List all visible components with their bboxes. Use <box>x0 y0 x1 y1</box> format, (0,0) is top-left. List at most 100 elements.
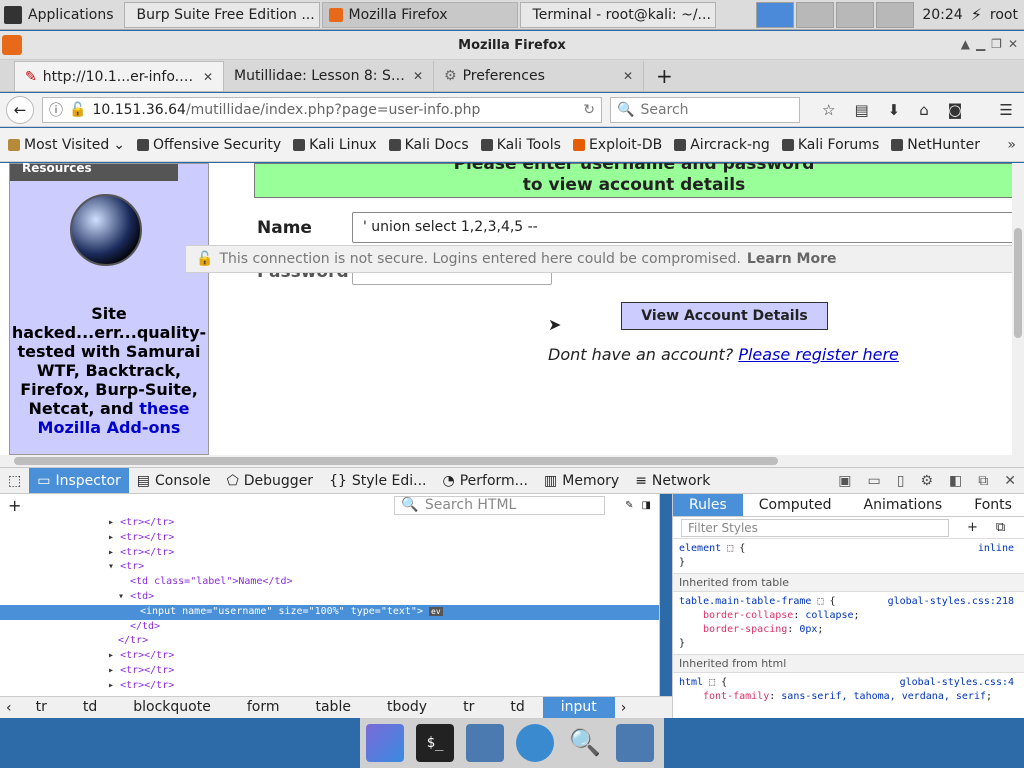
collapsed-triangle-icon[interactable]: ▸ <box>108 650 114 661</box>
markup-node[interactable]: </td> <box>0 620 659 635</box>
applications-menu[interactable]: Applications <box>0 0 122 30</box>
separate-window-icon[interactable]: ⧉ <box>978 473 988 489</box>
tab-style-editor[interactable]: {} Style Edi... <box>321 468 434 493</box>
rule-html[interactable]: html ⬚ { global-styles.css:4 font-family… <box>673 673 1024 707</box>
dock-side-icon[interactable]: ◧ <box>949 473 962 489</box>
bookmark-kali-docs[interactable]: Kali Docs <box>388 137 469 153</box>
breadcrumb-item[interactable]: tr <box>445 697 492 718</box>
breadcrumb-item[interactable]: td <box>65 697 115 718</box>
collapsed-triangle-icon[interactable]: ▸ <box>108 665 114 676</box>
tab-animations[interactable]: Animations <box>848 494 959 516</box>
markup-node[interactable]: <td class="label">Name</td> <box>0 575 659 590</box>
close-tab-icon[interactable]: ✕ <box>623 69 633 83</box>
dock-layout-icon[interactable]: ▣ <box>838 473 851 489</box>
close-window-icon[interactable]: ✕ <box>1008 37 1018 51</box>
window-up-icon[interactable]: ▲ <box>961 37 970 51</box>
search-box[interactable]: 🔍 Search <box>610 96 800 123</box>
selected-markup-node[interactable]: <input name="username" size="100%" type=… <box>0 604 659 620</box>
info-icon[interactable]: ⓘ <box>49 100 63 120</box>
new-tab-button[interactable]: + <box>644 61 685 91</box>
breadcrumb-item[interactable]: tr <box>18 697 65 718</box>
learn-more-link[interactable]: Learn More <box>747 251 837 267</box>
files-folder-icon[interactable] <box>616 724 654 762</box>
prop-value[interactable]: 0px <box>799 624 817 635</box>
desktop-icon[interactable] <box>366 724 404 762</box>
markup-node[interactable]: </tr> <box>0 634 659 649</box>
rule-toggle-icon[interactable]: ⬚ <box>817 596 823 607</box>
prop-value[interactable]: collapse <box>805 610 853 621</box>
toggle-sidebar-icon[interactable]: ◨ <box>642 500 651 511</box>
scrollbar-thumb[interactable] <box>1014 228 1022 338</box>
app-finder-icon[interactable]: 🔍 <box>566 724 604 762</box>
home-icon[interactable]: ⌂ <box>919 101 929 119</box>
prop-name[interactable]: border-collapse <box>679 610 793 621</box>
bookmark-aircrack[interactable]: Aircrack-ng <box>674 137 770 153</box>
rule-source[interactable]: global-styles.css:4 <box>900 676 1014 690</box>
web-browser-icon[interactable] <box>516 724 554 762</box>
bookmark-kali-linux[interactable]: Kali Linux <box>293 137 377 153</box>
maximize-icon[interactable]: ❐ <box>991 37 1002 51</box>
crumbs-right-arrow-icon[interactable]: › <box>615 700 633 716</box>
pocket-icon[interactable]: ◙ <box>948 101 963 119</box>
collapsed-triangle-icon[interactable]: ▸ <box>108 517 114 528</box>
tab-debugger[interactable]: ⬠ Debugger <box>219 468 321 493</box>
workspace-2[interactable] <box>796 1 835 28</box>
download-icon[interactable]: ⬇ <box>888 101 901 119</box>
hamburger-menu-icon[interactable]: ☰ <box>999 101 1012 119</box>
markup-node[interactable]: ▾ <td> <box>0 590 659 605</box>
close-devtools-icon[interactable]: ✕ <box>1004 473 1016 489</box>
expanded-triangle-icon[interactable]: ▾ <box>118 591 124 602</box>
tab-rules[interactable]: Rules <box>673 494 743 516</box>
expanded-triangle-icon[interactable]: ▾ <box>108 561 114 572</box>
tab-preferences[interactable]: ⚙ Preferences ✕ <box>434 61 644 91</box>
page-horizontal-scrollbar[interactable] <box>0 455 1024 467</box>
responsive-icon[interactable]: ▯ <box>897 473 905 489</box>
breadcrumb-item[interactable]: tbody <box>369 697 445 718</box>
prop-value[interactable]: sans-serif, tahoma, verdana, serif <box>781 691 986 702</box>
add-rule-icon[interactable]: + <box>967 520 978 535</box>
add-node-icon[interactable]: + <box>8 496 21 515</box>
markup-node[interactable]: ▾ <tr> <box>0 560 659 575</box>
pseudo-class-icon[interactable]: ⧉ <box>996 520 1005 535</box>
bookmark-star-icon[interactable]: ☆ <box>822 101 835 119</box>
close-tab-icon[interactable]: ✕ <box>413 69 423 83</box>
prop-name[interactable]: border-spacing <box>679 624 787 635</box>
network-icon[interactable]: ⚡ <box>971 5 982 24</box>
breadcrumb-item[interactable]: form <box>229 697 298 718</box>
filter-styles-input[interactable]: Filter Styles <box>681 518 949 537</box>
search-html-input[interactable]: 🔍 Search HTML <box>394 495 606 515</box>
home-folder-icon[interactable] <box>466 724 504 762</box>
bookmark-offsec[interactable]: Offensive Security <box>136 137 281 153</box>
eyedropper-icon[interactable]: ✎ <box>625 500 633 511</box>
markup-node[interactable]: ▸ <tr></tr> <box>0 664 659 679</box>
rule-source[interactable]: global-styles.css:218 <box>888 595 1014 609</box>
rule-element[interactable]: element ⬚ { inline } <box>673 539 1024 574</box>
bookmark-kali-tools[interactable]: Kali Tools <box>480 137 561 153</box>
markup-node[interactable]: ▸ <tr></tr> <box>0 531 659 546</box>
markup-node[interactable]: ▸ <tr></tr> <box>0 679 659 694</box>
user-label[interactable]: root <box>984 7 1024 23</box>
breadcrumb-item[interactable]: blockquote <box>115 697 229 718</box>
reload-icon[interactable]: ↻ <box>583 102 595 118</box>
markup-node[interactable]: ▸ <tr></tr> <box>0 546 659 561</box>
workspace-3[interactable] <box>836 1 875 28</box>
tab-user-info[interactable]: ✎ http://10.1...er-info.php ✕ <box>14 61 224 91</box>
workspace-1[interactable] <box>756 1 795 28</box>
workspace-4[interactable] <box>876 1 915 28</box>
task-burp[interactable]: Burp Suite Free Edition ... <box>123 1 320 28</box>
scratchpad-icon[interactable]: ▭ <box>868 473 881 489</box>
rule-toggle-icon[interactable]: ⬚ <box>709 677 715 688</box>
tab-console[interactable]: ▤ Console <box>129 468 219 493</box>
settings-gear-icon[interactable]: ⚙ <box>920 473 933 489</box>
markup-node[interactable]: ▸ <tr></tr> <box>0 516 659 531</box>
task-firefox[interactable]: Mozilla Firefox <box>321 1 518 28</box>
rule-source[interactable]: inline <box>978 542 1014 556</box>
collapsed-triangle-icon[interactable]: ▸ <box>108 547 114 558</box>
crumbs-left-arrow-icon[interactable]: ‹ <box>0 700 18 716</box>
minimize-icon[interactable]: ▁ <box>976 37 985 51</box>
scrollbar-thumb[interactable] <box>14 457 778 465</box>
markup-node[interactable]: ▸ <tr></tr> <box>0 649 659 664</box>
close-tab-icon[interactable]: ✕ <box>203 70 213 84</box>
username-input[interactable]: ' union select 1,2,3,4,5 -- <box>352 212 1012 243</box>
rule-toggle-icon[interactable]: ⬚ <box>727 543 733 554</box>
